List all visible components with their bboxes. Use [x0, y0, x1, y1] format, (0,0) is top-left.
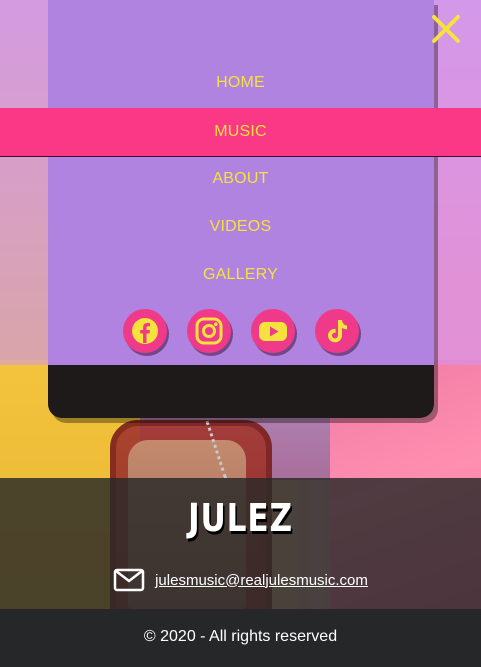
- instagram-link[interactable]: [186, 309, 231, 353]
- nav-item-videos[interactable]: VIDEOS: [0, 203, 481, 251]
- close-x-icon: [432, 15, 460, 43]
- close-menu-button[interactable]: [431, 14, 461, 44]
- instagram-icon: [195, 317, 222, 345]
- page: HOME MUSIC ABOUT VIDEOS GALLERY JULEZ ju…: [0, 0, 481, 667]
- nav-item-home[interactable]: HOME: [0, 59, 481, 107]
- facebook-icon: [131, 318, 158, 344]
- youtube-icon: [258, 322, 287, 341]
- youtube-link[interactable]: [250, 309, 295, 353]
- brand-logo: JULEZ: [188, 496, 293, 540]
- envelope-icon: [113, 568, 145, 592]
- nav-item-music[interactable]: MUSIC: [0, 108, 481, 157]
- tiktok-link[interactable]: [314, 309, 359, 353]
- facebook-link[interactable]: [122, 309, 167, 353]
- copyright-text: © 2020 - All rights reserved: [143, 628, 338, 645]
- contact-email-row: julesmusic@realjulesmusic.com: [0, 568, 481, 592]
- social-links: [0, 309, 481, 355]
- nav-item-about[interactable]: ABOUT: [0, 155, 481, 203]
- tiktok-icon: [327, 320, 347, 343]
- email-link[interactable]: julesmusic@realjulesmusic.com: [155, 572, 368, 589]
- nav-item-gallery[interactable]: GALLERY: [0, 251, 481, 299]
